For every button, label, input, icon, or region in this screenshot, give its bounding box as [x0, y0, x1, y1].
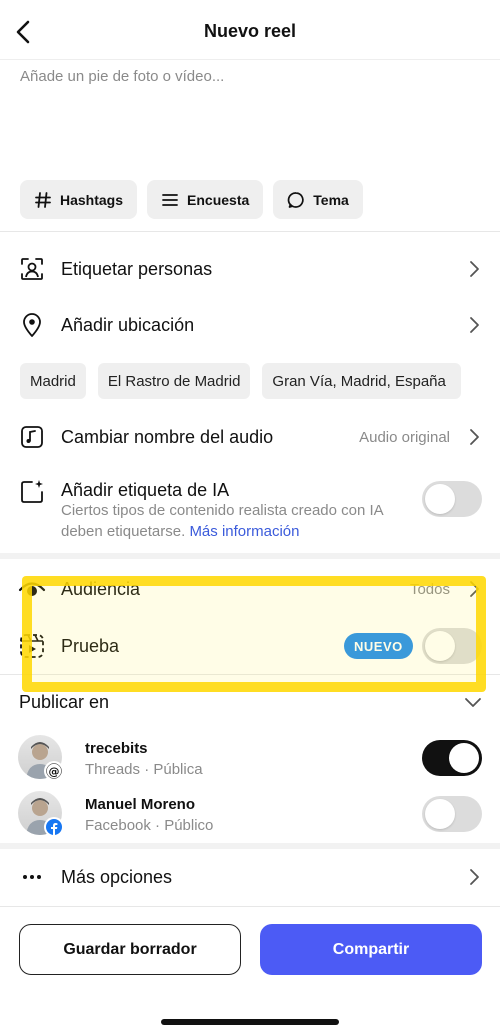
eye-icon [18, 575, 46, 603]
hashtag-icon [35, 191, 51, 208]
chevron-down-icon [465, 698, 481, 707]
row-label: Prueba [61, 635, 120, 656]
chevron-right-icon [470, 581, 479, 597]
location-pin-icon [18, 311, 46, 339]
new-badge: NUEVO [344, 633, 413, 659]
home-indicator [161, 1019, 339, 1025]
row-label: Publicar en [19, 691, 110, 712]
page-title: Nuevo reel [203, 21, 297, 41]
row-label: Cambiar nombre del audio [61, 426, 274, 447]
section-divider [0, 843, 500, 849]
facebook-toggle[interactable] [422, 796, 482, 832]
threads-toggle[interactable] [422, 740, 482, 776]
toggle-knob [425, 799, 455, 829]
caption-input[interactable]: Añade un pie de foto o vídeo... [20, 68, 224, 85]
share-button[interactable]: Compartir [260, 924, 482, 975]
divider [0, 231, 500, 232]
header: Nuevo reel [0, 0, 500, 60]
location-chip[interactable]: Madrid [20, 363, 86, 399]
rename-audio-row[interactable]: Cambiar nombre del audio Audio original [0, 415, 500, 459]
audience-value: Todos [409, 580, 450, 598]
account-platform: Threads · Pública [85, 761, 203, 778]
toggle-knob [425, 631, 455, 661]
account-avatar: @ [18, 735, 64, 781]
audio-value: Audio original [359, 428, 450, 446]
location-chip[interactable]: El Rastro de Madrid [97, 363, 251, 399]
account-avatar [18, 791, 64, 837]
caption-chips: Hashtags Encuesta Tema [20, 180, 363, 219]
chip-label: Hashtags [60, 191, 124, 208]
add-location-row[interactable]: Añadir ubicación [0, 303, 500, 347]
trial-toggle[interactable] [422, 628, 482, 664]
divider [0, 674, 500, 675]
tag-person-icon [18, 255, 46, 283]
svg-text:@: @ [49, 765, 60, 778]
section-divider [0, 553, 500, 559]
divider [0, 906, 500, 907]
chevron-right-icon [470, 317, 479, 333]
reels-icon [18, 632, 46, 660]
publish-in-row[interactable]: Publicar en [0, 680, 500, 724]
toggle-knob [449, 743, 479, 773]
location-suggestions: Madrid El Rastro de Madrid Gran Vía, Mad… [20, 363, 462, 399]
chevron-right-icon [470, 261, 479, 277]
music-note-icon [18, 423, 46, 451]
tag-people-row[interactable]: Etiquetar personas [0, 247, 500, 291]
more-info-link[interactable]: Más información [189, 523, 299, 540]
row-label: Audiencia [61, 578, 141, 599]
row-label: Añadir etiqueta de IA [61, 480, 230, 500]
ai-sparkle-icon [18, 478, 46, 506]
ai-label-description: Ciertos tipos de contenido realista crea… [61, 500, 401, 542]
row-label: Más opciones [61, 866, 173, 887]
chip-label: Encuesta [187, 191, 250, 208]
toggle-knob [425, 484, 455, 514]
ai-label-toggle[interactable] [422, 481, 482, 517]
chevron-right-icon [470, 429, 479, 445]
account-name: trecebits [85, 740, 148, 757]
save-draft-button[interactable]: Guardar borrador [19, 924, 241, 975]
chevron-right-icon [470, 869, 479, 885]
poll-chip[interactable]: Encuesta [147, 180, 264, 219]
location-chip[interactable]: Gran Vía, Madrid, España [262, 363, 462, 399]
row-label: Etiquetar personas [61, 258, 213, 279]
chip-label: Tema [313, 191, 349, 208]
topic-chip[interactable]: Tema [273, 180, 363, 219]
more-dots-icon [18, 863, 46, 891]
threads-icon: @ [44, 761, 64, 781]
more-options-row[interactable]: Más opciones [0, 855, 500, 899]
account-name: Manuel Moreno [85, 796, 196, 813]
speech-bubble-icon [288, 191, 304, 208]
row-label: Añadir ubicación [61, 314, 195, 335]
audience-row[interactable]: Audiencia Todos [0, 567, 500, 611]
list-icon [162, 193, 178, 206]
facebook-icon [44, 817, 64, 837]
hashtags-chip[interactable]: Hashtags [20, 180, 138, 219]
account-platform: Facebook · Público [85, 817, 214, 834]
